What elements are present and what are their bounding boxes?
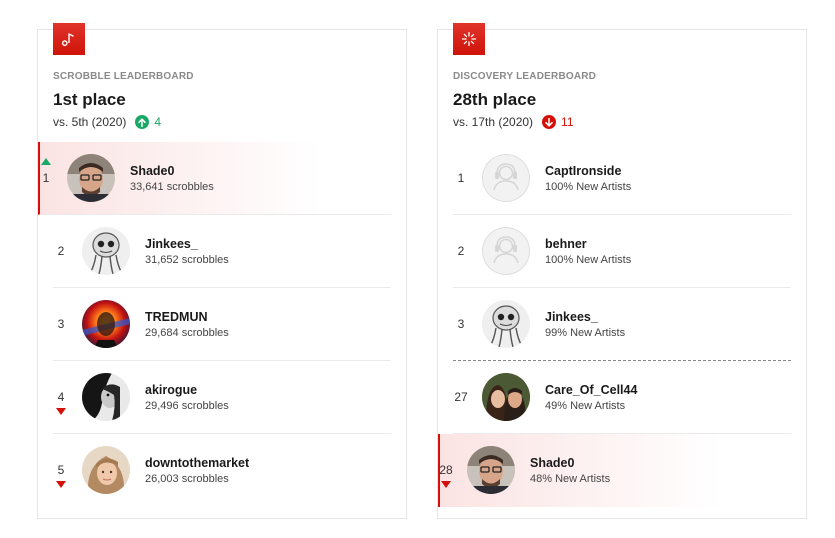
- username-link[interactable]: Shade0: [130, 164, 214, 179]
- list-item[interactable]: 4 akirogue 29,496 scrobbles: [53, 361, 391, 434]
- discovery-leaderboard-card: DISCOVERY LEADERBOARD 28th place vs. 17t…: [437, 23, 807, 519]
- sparkle-icon: [453, 23, 485, 55]
- discovery-comparison: vs. 17th (2020) 11: [453, 113, 791, 131]
- username-link[interactable]: TREDMUN: [145, 310, 229, 325]
- avatar[interactable]: [482, 300, 530, 348]
- scrobble-count: 29,496 scrobbles: [145, 400, 229, 412]
- default-avatar-icon[interactable]: [482, 227, 530, 275]
- rank-number: 28: [439, 463, 453, 477]
- discovery-change-value: 11: [561, 115, 574, 129]
- scrobble-vs-text: vs. 5th (2020): [53, 115, 127, 129]
- rank-number: 2: [457, 244, 465, 258]
- avatar[interactable]: [467, 446, 515, 494]
- list-item[interactable]: 28 Shade0 48% New Artists: [438, 434, 791, 507]
- rank-number: 5: [57, 463, 65, 477]
- username-link[interactable]: behner: [545, 237, 631, 252]
- discovery-list: 1 CaptIronside 100% New Artists 2 behner…: [438, 142, 806, 507]
- discovery-place: 28th place: [453, 90, 537, 109]
- scrobble-leaderboard-card: SCROBBLE LEADERBOARD 1st place vs. 5th (…: [37, 23, 407, 519]
- list-item[interactable]: 27 Care_Of_Cell44 49% New Artists: [453, 361, 791, 434]
- avatar[interactable]: [82, 227, 130, 275]
- scrobble-comparison: vs. 5th (2020) 4: [53, 113, 391, 131]
- rank-down-icon: [441, 481, 451, 488]
- avatar[interactable]: [82, 300, 130, 348]
- arrow-up-circle-icon: [135, 115, 150, 129]
- username-link[interactable]: CaptIronside: [545, 164, 631, 179]
- username-link[interactable]: Care_Of_Cell44: [545, 383, 637, 398]
- list-item[interactable]: 2 Jinkees_ 31,652 scrobbles: [53, 215, 391, 288]
- username-link[interactable]: Jinkees_: [145, 237, 229, 252]
- scrobble-count: 29,684 scrobbles: [145, 327, 229, 339]
- new-artists-percent: 99% New Artists: [545, 327, 626, 339]
- discovery-overline: DISCOVERY LEADERBOARD: [453, 71, 597, 82]
- rank-number: 27: [454, 390, 468, 404]
- scrobble-count: 31,652 scrobbles: [145, 254, 229, 266]
- list-item[interactable]: 3 Jinkees_ 99% New Artists: [453, 288, 791, 361]
- avatar[interactable]: [482, 373, 530, 421]
- rank-number: 1: [457, 171, 465, 185]
- new-artists-percent: 100% New Artists: [545, 254, 632, 266]
- scrobble-list: 1 Shade0 33,641 scrobbles 2 Jinkees_ 31,…: [38, 142, 406, 507]
- scrobble-overline: SCROBBLE LEADERBOARD: [53, 71, 194, 82]
- scrobble-header: SCROBBLE LEADERBOARD 1st place vs. 5th (…: [53, 70, 391, 131]
- rank-number: 1: [42, 171, 50, 185]
- new-artists-percent: 49% New Artists: [545, 400, 626, 412]
- rank-number: 3: [457, 317, 465, 331]
- rank-down-icon: [56, 408, 66, 415]
- rank-up-icon: [41, 158, 51, 165]
- rank-number: 3: [57, 317, 65, 331]
- scrobble-change-value: 4: [154, 115, 162, 129]
- list-item[interactable]: 5 downtothemarket 26,003 scrobbles: [53, 434, 391, 507]
- username-link[interactable]: downtothemarket: [145, 456, 249, 471]
- rank-down-icon: [56, 481, 66, 488]
- rank-number: 2: [57, 244, 65, 258]
- list-item[interactable]: 1 Shade0 33,641 scrobbles: [38, 142, 391, 215]
- discovery-header: DISCOVERY LEADERBOARD 28th place vs. 17t…: [453, 70, 791, 131]
- username-link[interactable]: akirogue: [145, 383, 229, 398]
- discovery-vs-text: vs. 17th (2020): [453, 115, 534, 129]
- scrobble-count: 26,003 scrobbles: [145, 473, 229, 485]
- default-avatar-icon[interactable]: [482, 154, 530, 202]
- avatar[interactable]: [67, 154, 115, 202]
- scrobble-place: 1st place: [53, 90, 126, 109]
- username-link[interactable]: Jinkees_: [545, 310, 625, 325]
- rank-number: 4: [57, 390, 65, 404]
- music-note-icon: [53, 23, 85, 55]
- avatar[interactable]: [82, 446, 130, 494]
- avatar[interactable]: [82, 373, 130, 421]
- new-artists-percent: 100% New Artists: [545, 181, 632, 193]
- list-item[interactable]: 2 behner 100% New Artists: [453, 215, 791, 288]
- arrow-down-circle-icon: [542, 115, 557, 129]
- username-link[interactable]: Shade0: [530, 456, 610, 471]
- new-artists-percent: 48% New Artists: [530, 473, 611, 485]
- list-item[interactable]: 3 TREDMUN 29,684 scrobbles: [53, 288, 391, 361]
- scrobble-count: 33,641 scrobbles: [130, 181, 214, 193]
- list-item[interactable]: 1 CaptIronside 100% New Artists: [453, 142, 791, 215]
